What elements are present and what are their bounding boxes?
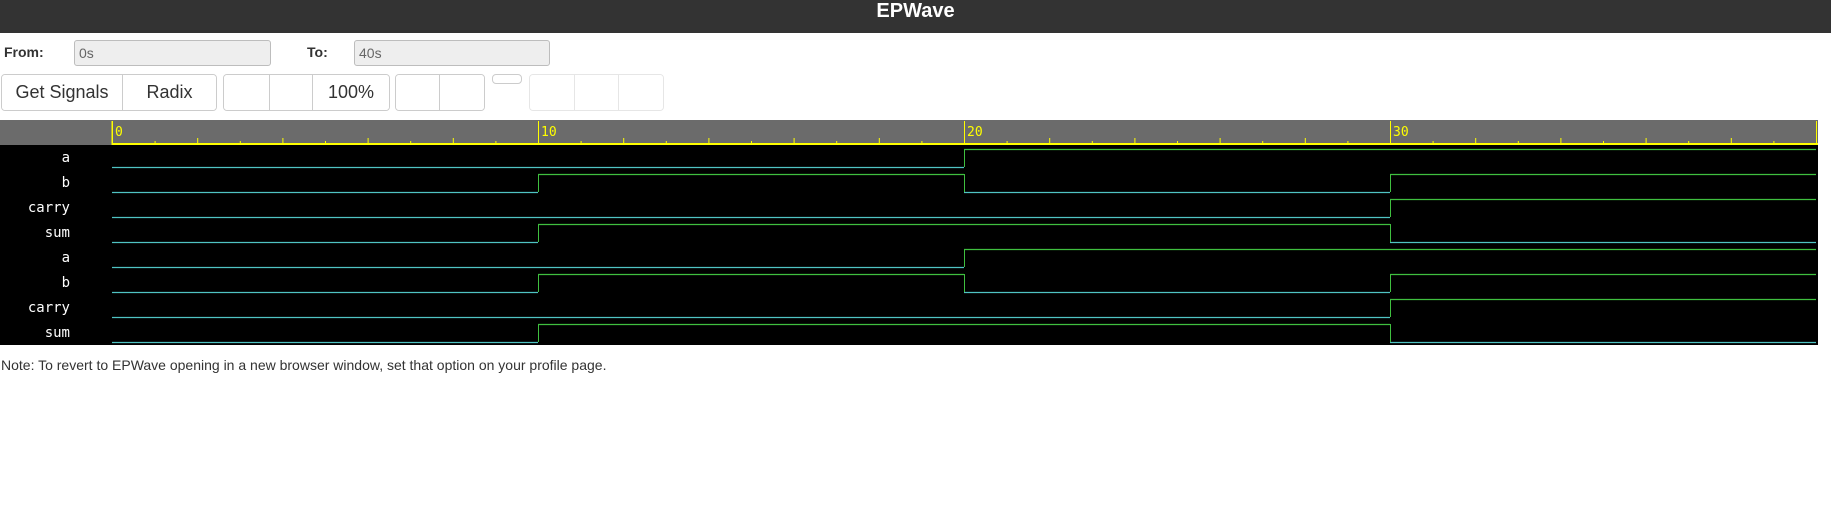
cursor-right-button[interactable] (440, 75, 484, 110)
waveform-panel: 0 10 20 30 a b carry sum a b carry sum (0, 120, 1818, 348)
signal-name-sum: sum (45, 325, 70, 341)
disabled-button-2 (575, 75, 619, 110)
ruler-tick-label: 20 (967, 125, 983, 140)
radix-button[interactable]: Radix (123, 75, 216, 110)
from-label: From: (4, 44, 44, 60)
zoom-out-button[interactable] (270, 75, 313, 110)
to-input[interactable] (354, 40, 550, 66)
time-range-row: From: To: (0, 40, 1831, 68)
waveform-viewer[interactable]: 0 10 20 30abcarrysumabcarrysum (0, 120, 1818, 348)
disabled-button-3 (619, 75, 663, 110)
zoom-level-button[interactable]: 100% (313, 75, 389, 110)
ruler-tick-label: 0 (115, 125, 123, 140)
zoom-in-button[interactable] (224, 75, 270, 110)
signal-name-b: b (62, 175, 70, 191)
ruler-tick-label: 30 (1393, 125, 1409, 140)
ruler-tick-label: 10 (541, 125, 557, 140)
signal-name-sum: sum (45, 225, 70, 241)
disabled-button-group (529, 74, 664, 111)
signals-button-group: Get Signals Radix (1, 74, 217, 111)
small-toggle-button[interactable] (492, 74, 522, 84)
signal-name-a: a (62, 150, 70, 166)
signal-name-b: b (62, 275, 70, 291)
signal-name-carry: carry (28, 300, 70, 316)
zoom-button-group: 100% (223, 74, 390, 111)
cursor-button-group (395, 74, 485, 111)
signal-name-carry: carry (28, 200, 70, 216)
app-title-bar: EPWave (0, 0, 1831, 33)
signal-name-a: a (62, 250, 70, 266)
profile-note: Note: To revert to EPWave opening in a n… (1, 357, 607, 373)
to-label: To: (307, 44, 328, 60)
disabled-button-1 (530, 75, 575, 110)
app-title: EPWave (876, 0, 955, 22)
cursor-left-button[interactable] (396, 75, 440, 110)
get-signals-button[interactable]: Get Signals (2, 75, 123, 110)
time-ruler (0, 120, 1818, 145)
from-input[interactable] (74, 40, 271, 66)
waveform-background (0, 120, 1818, 345)
